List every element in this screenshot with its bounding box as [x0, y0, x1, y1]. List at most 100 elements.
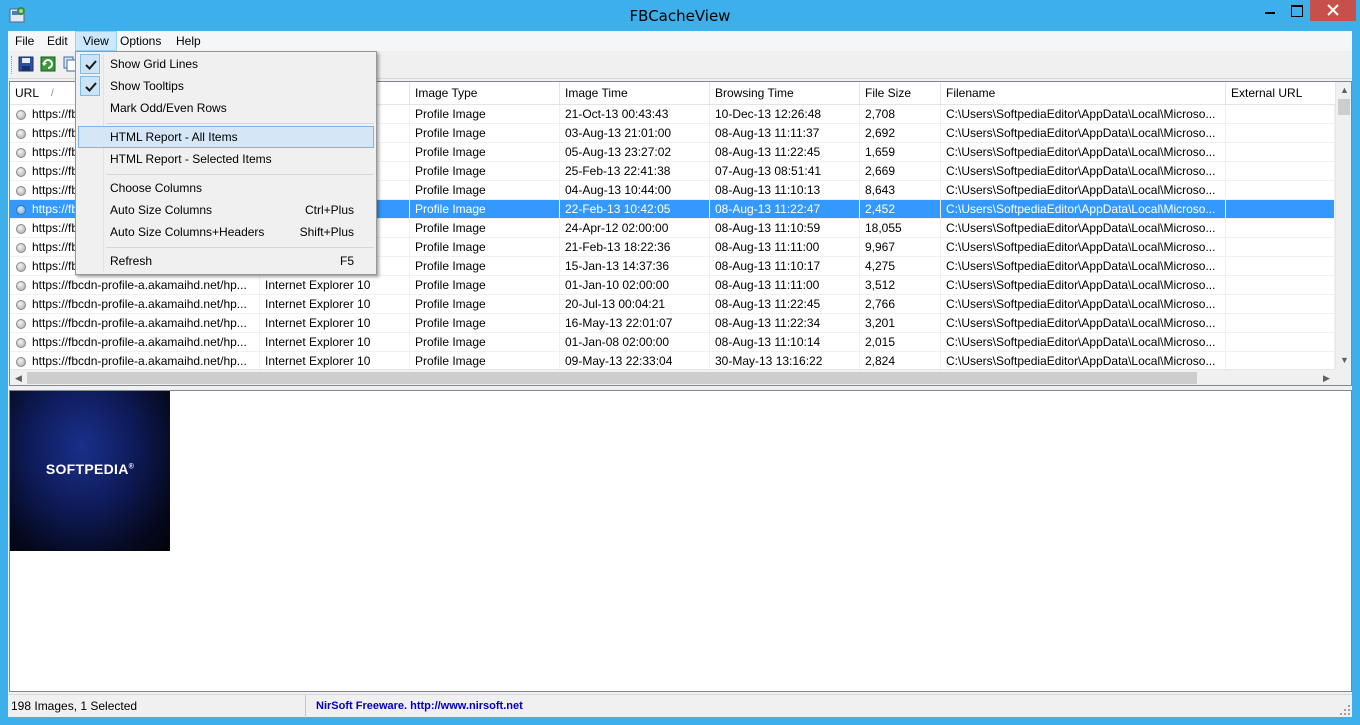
menu-separator — [106, 247, 374, 248]
sort-indicator: / — [51, 88, 54, 99]
cell-file-size: 9,967 — [860, 238, 941, 257]
cell-image-type: Profile Image — [410, 162, 560, 181]
cell-browsing-time: 08-Aug-13 11:22:45 — [710, 143, 860, 162]
resize-grip-icon[interactable] — [1338, 703, 1352, 717]
scrollbar-corner — [1335, 369, 1351, 385]
row-status-icon — [16, 281, 26, 291]
menu-item-html-report-all[interactable]: HTML Report - All Items — [78, 126, 374, 148]
menu-options[interactable]: Options — [113, 31, 168, 51]
row-status-icon — [16, 129, 26, 139]
menu-view[interactable]: View — [75, 31, 117, 51]
maximize-button[interactable] — [1283, 0, 1309, 21]
cell-image-type: Profile Image — [410, 143, 560, 162]
cell-image-type: Profile Image — [410, 124, 560, 143]
column-header-file-size[interactable]: File Size — [860, 82, 941, 105]
cell-image-type: Profile Image — [410, 238, 560, 257]
vertical-scroll-thumb[interactable] — [1338, 99, 1350, 115]
minimize-button[interactable] — [1257, 0, 1283, 21]
menu-file[interactable]: File — [8, 31, 41, 51]
menu-bar: File Edit View Options Help — [8, 31, 1352, 51]
table-row[interactable]: https://fbcdn-profile-a.akamaihd.net/hp.… — [10, 333, 1335, 352]
cell-external-url — [1226, 124, 1335, 143]
menu-separator — [106, 174, 374, 175]
image-preview-pane[interactable]: SOFTPEDIA® — [9, 390, 1352, 692]
scroll-down-icon[interactable]: ▼ — [1336, 352, 1351, 369]
cell-filename: C:\Users\SoftpediaEditor\AppData\Local\M… — [941, 257, 1226, 276]
cell-image-type: Profile Image — [410, 314, 560, 333]
row-status-icon — [16, 205, 26, 215]
menu-item-label: Mark Odd/Even Rows — [110, 101, 227, 115]
close-button[interactable] — [1310, 0, 1356, 21]
scroll-up-icon[interactable]: ▲ — [1336, 82, 1351, 99]
row-status-icon — [16, 148, 26, 158]
column-header-external-url[interactable]: External URL — [1226, 82, 1335, 105]
cell-browsing-time: 07-Aug-13 08:51:41 — [710, 162, 860, 181]
cell-browsing-time: 08-Aug-13 11:11:00 — [710, 276, 860, 295]
menu-item-auto-size-columns[interactable]: Auto Size Columns Ctrl+Plus — [78, 199, 374, 221]
row-status-icon — [16, 110, 26, 120]
row-status-icon — [16, 300, 26, 310]
table-row[interactable]: https://fbcdn-profile-a.akamaihd.net/hp.… — [10, 314, 1335, 333]
cell-image-type: Profile Image — [410, 200, 560, 219]
cell-file-size: 4,275 — [860, 257, 941, 276]
registered-mark: ® — [128, 463, 135, 471]
table-row[interactable]: https://fbcdn-profile-a.akamaihd.net/hp.… — [10, 295, 1335, 314]
title-bar[interactable]: FBCacheView — [0, 0, 1360, 31]
cell-browsing-time: 08-Aug-13 11:22:45 — [710, 295, 860, 314]
menu-item-shortcut: Shift+Plus — [299, 225, 354, 239]
refresh-button[interactable] — [39, 55, 59, 75]
cell-browsing-time: 10-Dec-13 12:26:48 — [710, 105, 860, 124]
cell-image-time: 01-Jan-08 02:00:00 — [560, 333, 710, 352]
menu-item-label: Show Tooltips — [110, 79, 184, 93]
column-header-image-time[interactable]: Image Time — [560, 82, 710, 105]
menu-item-html-report-selected[interactable]: HTML Report - Selected Items — [78, 148, 374, 170]
column-header-image-type[interactable]: Image Type — [410, 82, 560, 105]
cell-url: https://fbcdn-profile-a.akamaihd.net/hp.… — [27, 333, 260, 352]
save-icon — [18, 56, 34, 72]
menu-item-mark-odd-even-rows[interactable]: Mark Odd/Even Rows — [78, 97, 374, 119]
row-status-icon — [16, 319, 26, 329]
menu-item-refresh[interactable]: Refresh F5 — [78, 250, 374, 272]
cell-image-type: Profile Image — [410, 105, 560, 124]
cell-external-url — [1226, 257, 1335, 276]
cell-file-size: 2,452 — [860, 200, 941, 219]
cell-external-url — [1226, 276, 1335, 295]
menu-help[interactable]: Help — [169, 31, 208, 51]
cell-browsing-time: 08-Aug-13 11:11:00 — [710, 238, 860, 257]
scroll-right-icon[interactable]: ▶ — [1318, 370, 1335, 385]
cell-external-url — [1226, 181, 1335, 200]
cell-filename: C:\Users\SoftpediaEditor\AppData\Local\M… — [941, 333, 1226, 352]
cell-filename: C:\Users\SoftpediaEditor\AppData\Local\M… — [941, 314, 1226, 333]
cell-filename: C:\Users\SoftpediaEditor\AppData\Local\M… — [941, 143, 1226, 162]
menu-edit[interactable]: Edit — [40, 31, 75, 51]
cell-image-type: Profile Image — [410, 181, 560, 200]
checkmark-icon — [85, 82, 97, 92]
column-header-filename[interactable]: Filename — [941, 82, 1226, 105]
save-button[interactable] — [17, 55, 37, 75]
row-status-icon — [16, 167, 26, 177]
cell-image-type: Profile Image — [410, 219, 560, 238]
preview-logo-text: SOFTPEDIA — [45, 461, 129, 477]
cell-browser: Internet Explorer 10 — [260, 295, 410, 314]
table-row[interactable]: https://fbcdn-profile-a.akamaihd.net/hp.… — [10, 276, 1335, 295]
horizontal-scrollbar[interactable]: ◀ ▶ — [10, 369, 1335, 385]
cell-file-size: 3,512 — [860, 276, 941, 295]
menu-item-auto-size-columns-headers[interactable]: Auto Size Columns+Headers Shift+Plus — [78, 221, 374, 243]
menu-item-show-tooltips[interactable]: Show Tooltips — [78, 75, 374, 97]
horizontal-scroll-thumb[interactable] — [27, 372, 1197, 384]
menu-item-show-grid-lines[interactable]: Show Grid Lines — [78, 53, 374, 75]
toolbar-grip[interactable] — [11, 56, 13, 74]
menu-item-label: Choose Columns — [110, 181, 203, 195]
menu-item-shortcut: F5 — [339, 254, 354, 268]
nirsoft-link[interactable]: NirSoft Freeware. http://www.nirsoft.net — [308, 695, 1348, 718]
menu-item-choose-columns[interactable]: Choose Columns — [78, 177, 374, 199]
refresh-icon — [40, 56, 56, 72]
cell-file-size: 8,643 — [860, 181, 941, 200]
vertical-scrollbar[interactable]: ▲ ▼ — [1335, 82, 1351, 369]
cell-external-url — [1226, 238, 1335, 257]
scroll-left-icon[interactable]: ◀ — [10, 370, 27, 385]
cell-browsing-time: 08-Aug-13 11:10:59 — [710, 219, 860, 238]
column-header-browsing-time[interactable]: Browsing Time — [710, 82, 860, 105]
cell-url: https://fbcdn-profile-a.akamaihd.net/hp.… — [27, 276, 260, 295]
cell-image-time: 03-Aug-13 21:01:00 — [560, 124, 710, 143]
